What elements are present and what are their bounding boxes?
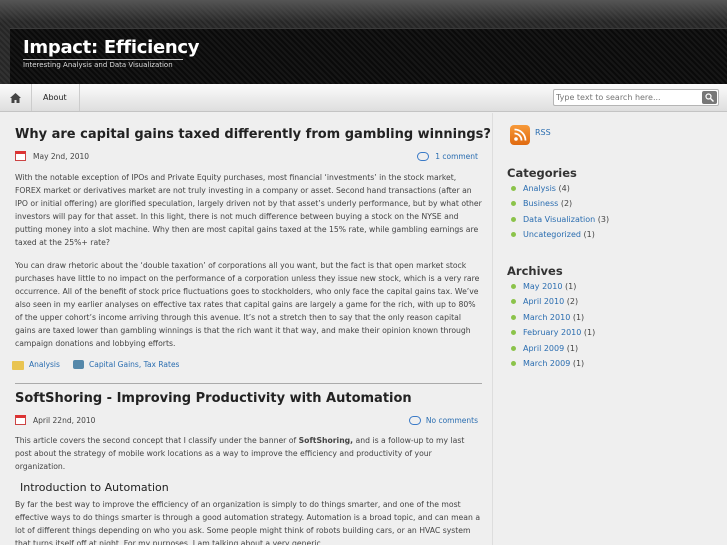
category-link[interactable]: Analysis	[523, 184, 556, 193]
comments-link[interactable]: 1 comment	[435, 152, 478, 161]
category-item: Business (2)	[511, 196, 609, 211]
comment-icon	[417, 152, 429, 161]
archive-item: May 2010 (1)	[511, 279, 595, 294]
category-link[interactable]: Data Visualization	[523, 215, 595, 224]
archive-count: (2)	[566, 297, 579, 307]
category-link[interactable]: Uncategorized	[523, 230, 581, 239]
archive-count: (1)	[583, 328, 596, 338]
post-title[interactable]: SoftShoring - Improving Productivity wit…	[15, 391, 412, 406]
post-divider	[15, 383, 482, 384]
categories-heading: Categories	[507, 166, 577, 180]
bullet-icon	[511, 345, 516, 351]
archive-link[interactable]: March 2010	[523, 313, 570, 322]
tag-icon	[73, 360, 84, 369]
post-paragraph: By far the best way to improve the effic…	[15, 500, 481, 545]
site-title[interactable]: Impact: Efficiency	[23, 37, 200, 58]
archive-item: March 2010 (1)	[511, 310, 595, 325]
archive-item: March 2009 (1)	[511, 356, 595, 371]
post-bold-text: SoftShoring,	[298, 436, 354, 445]
post-subheading: Introduction to Automation	[20, 481, 169, 494]
bullet-icon	[511, 299, 516, 305]
folder-icon	[12, 361, 24, 370]
search-box	[553, 89, 719, 106]
search-button[interactable]	[702, 91, 717, 104]
archive-link[interactable]: April 2010	[523, 297, 564, 306]
category-link[interactable]: Analysis	[29, 360, 60, 369]
category-count: (2)	[560, 199, 573, 209]
post-meta: May 2nd, 2010 1 comment	[15, 151, 478, 163]
post-date: April 22nd, 2010	[33, 416, 96, 425]
categories-list: Analysis (4) Business (2) Data Visualiza…	[511, 181, 609, 243]
bullet-icon	[511, 330, 516, 336]
archive-item: April 2009 (1)	[511, 341, 595, 356]
search-input[interactable]	[556, 91, 698, 104]
category-item: Analysis (4)	[511, 181, 609, 196]
post-paragraph: You can draw rhetoric about the ‘double …	[15, 261, 480, 348]
post-date: May 2nd, 2010	[33, 152, 90, 161]
post-tags: Analysis Capital Gains, Tax Rates	[12, 360, 482, 372]
comments-link[interactable]: No comments	[426, 416, 478, 425]
comment-icon	[409, 416, 421, 425]
archives-heading: Archives	[507, 264, 563, 278]
rss-icon[interactable]	[510, 125, 530, 145]
archive-link[interactable]: February 2010	[523, 328, 581, 337]
archive-count: (1)	[565, 282, 577, 291]
title-divider	[23, 59, 183, 60]
calendar-icon	[15, 151, 26, 161]
bullet-icon	[511, 232, 516, 238]
post-meta: April 22nd, 2010 No comments	[15, 415, 478, 427]
bullet-icon	[511, 186, 516, 191]
tags-link[interactable]: Capital Gains, Tax Rates	[89, 360, 179, 369]
home-button[interactable]	[0, 84, 32, 111]
site-description: Interesting Analysis and Data Visualizat…	[23, 61, 173, 69]
nav-item-about[interactable]: About	[32, 84, 80, 111]
category-item: Uncategorized (1)	[511, 227, 609, 242]
category-count: (3)	[597, 214, 610, 224]
post-title[interactable]: Why are capital gains taxed differently …	[15, 127, 491, 142]
bullet-icon	[511, 201, 516, 207]
sidebar: RSS Categories Analysis (4) Business (2)…	[492, 113, 727, 545]
rss-link[interactable]: RSS	[535, 128, 551, 137]
bullet-icon	[511, 216, 516, 222]
archive-item: April 2010 (2)	[511, 294, 595, 309]
search-icon	[705, 93, 714, 102]
bullet-icon	[511, 360, 516, 366]
rss-feed-glyph	[514, 128, 527, 141]
site-header: Impact: Efficiency Interesting Analysis …	[0, 0, 727, 84]
category-link[interactable]: Business	[523, 199, 558, 208]
post-text: This article covers the second concept t…	[15, 436, 299, 445]
nav-bar: About	[0, 84, 727, 112]
bullet-icon	[511, 314, 516, 320]
archive-count: (1)	[572, 312, 585, 322]
title-box: Impact: Efficiency Interesting Analysis …	[10, 28, 727, 84]
category-count: (4)	[558, 184, 570, 193]
post-paragraph: With the notable exception of IPOs and P…	[15, 173, 482, 247]
archive-link[interactable]: April 2009	[523, 344, 564, 353]
category-count: (1)	[583, 230, 595, 240]
archive-count: (1)	[572, 358, 585, 368]
bullet-icon	[511, 284, 516, 289]
category-item: Data Visualization (3)	[511, 212, 609, 227]
main-content: Why are capital gains taxed differently …	[0, 113, 492, 545]
home-icon	[10, 92, 21, 103]
archive-item: February 2010 (1)	[511, 325, 595, 340]
archives-list: May 2010 (1) April 2010 (2) March 2010 (…	[511, 279, 595, 371]
post-paragraph: This article covers the second concept t…	[15, 434, 482, 473]
archive-count: (1)	[566, 343, 579, 353]
archive-link[interactable]: March 2009	[523, 359, 570, 368]
archive-link[interactable]: May 2010	[523, 282, 562, 291]
calendar-icon	[15, 415, 26, 425]
